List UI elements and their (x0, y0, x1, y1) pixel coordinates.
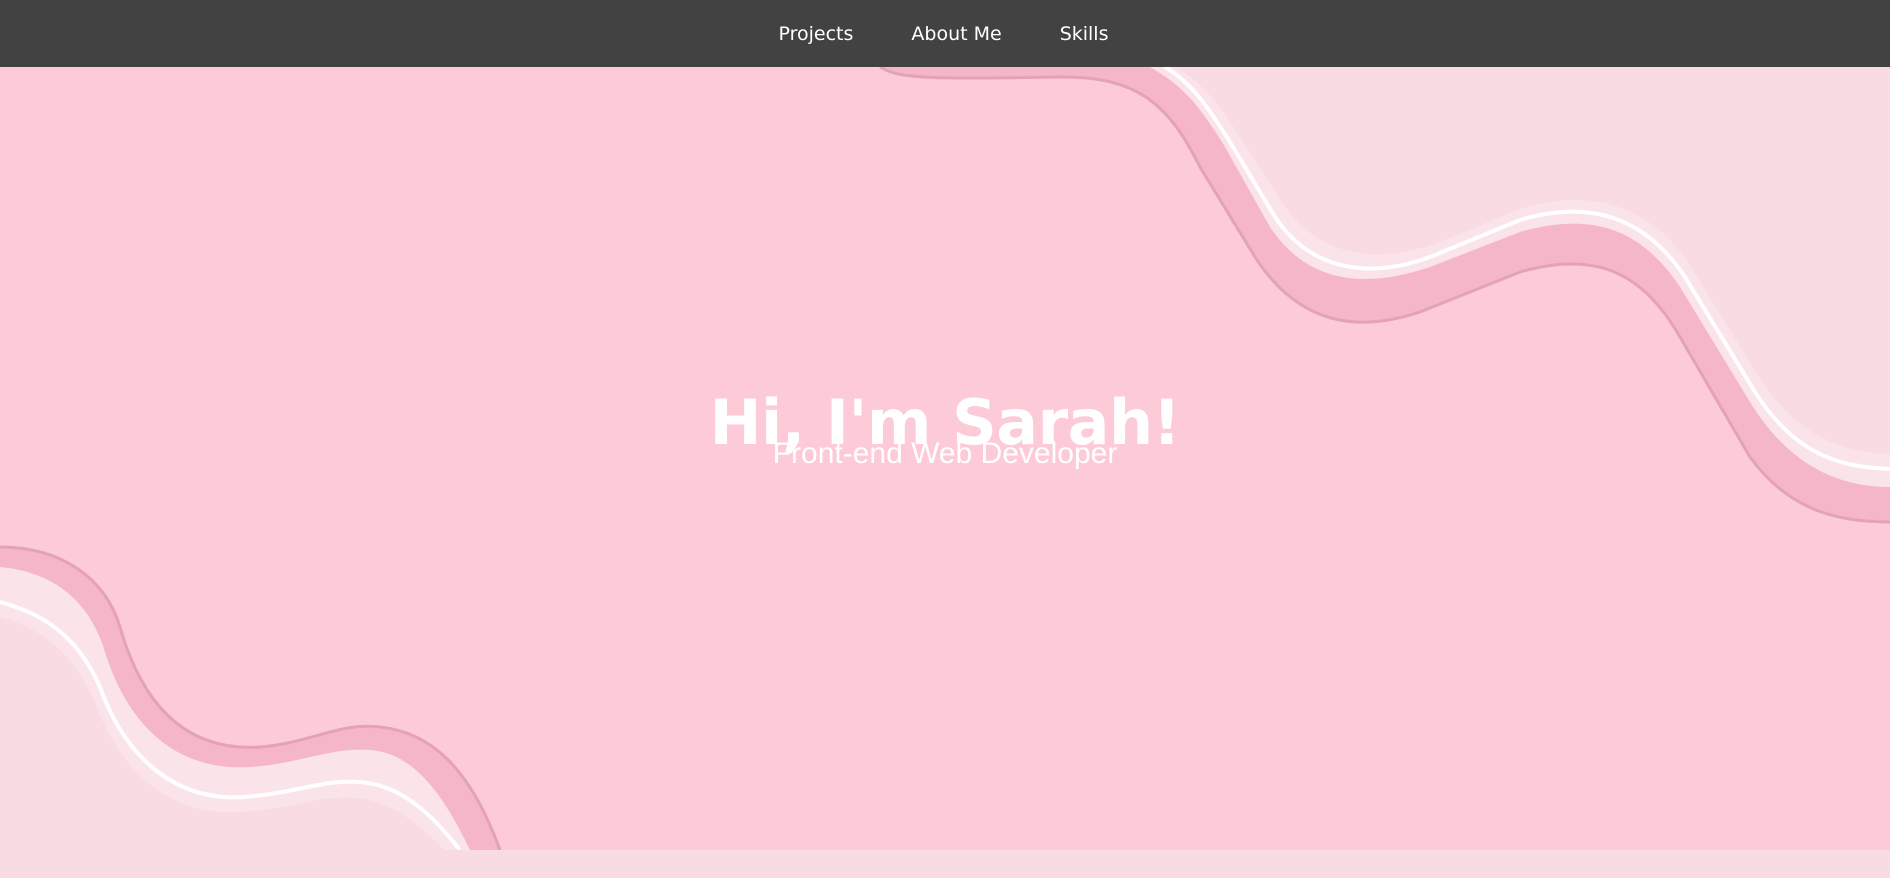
top-navbar: Projects About Me Skills (0, 0, 1890, 67)
nav-list: Projects About Me Skills (749, 23, 1137, 45)
page-bottom-strip (0, 850, 1890, 878)
nav-link-about-me[interactable]: About Me (882, 23, 1030, 45)
hero-section: Hi, I'm Sarah! Front-end Web Developer (0, 67, 1890, 850)
nav-link-projects[interactable]: Projects (749, 23, 882, 45)
bottom-left-wave (0, 545, 502, 850)
nav-link-skills[interactable]: Skills (1031, 23, 1138, 45)
hero-subtitle: Front-end Web Developer (772, 437, 1118, 470)
